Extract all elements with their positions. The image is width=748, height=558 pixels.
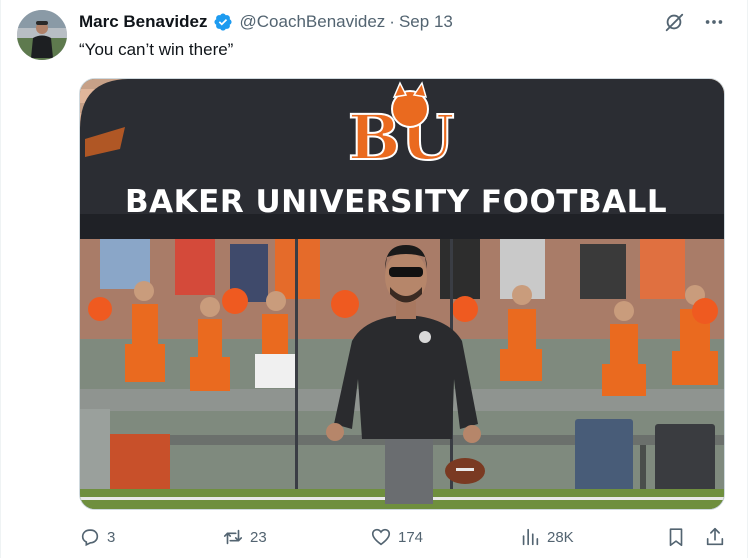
tent-banner-text: BAKER UNIVERSITY FOOTBALL xyxy=(125,184,667,220)
author-handle[interactable]: @CoachBenavidez xyxy=(240,12,386,32)
tweet-photo[interactable]: BU BAKER UNIVERSITY FOOTBALL xyxy=(79,78,725,510)
grok-icon[interactable] xyxy=(663,11,685,33)
tweet-header: Marc Benavidez @CoachBenavidez · Sep 13 xyxy=(79,11,453,33)
share-icon xyxy=(704,526,726,548)
photo-scene: BU BAKER UNIVERSITY FOOTBALL xyxy=(80,79,724,509)
views-icon xyxy=(519,526,541,548)
tweet-card[interactable]: Marc Benavidez @CoachBenavidez · Sep 13 … xyxy=(0,0,748,558)
bookmark-button[interactable] xyxy=(665,524,687,550)
verified-badge-icon xyxy=(213,12,233,32)
views-button[interactable]: 28K xyxy=(519,524,574,550)
avatar-image xyxy=(17,10,67,60)
bookmark-icon xyxy=(665,526,687,548)
share-button[interactable] xyxy=(704,524,726,550)
like-count: 174 xyxy=(398,528,424,546)
repost-count: 23 xyxy=(250,528,267,546)
like-button[interactable]: 174 xyxy=(370,524,423,550)
avatar[interactable] xyxy=(17,10,67,60)
tweet-text: “You can’t win there” xyxy=(79,40,234,59)
repost-button[interactable]: 23 xyxy=(222,524,267,550)
reply-count: 3 xyxy=(107,528,116,546)
views-count: 28K xyxy=(547,528,574,546)
reply-icon xyxy=(79,526,101,548)
repost-icon xyxy=(222,526,244,548)
author-name[interactable]: Marc Benavidez xyxy=(79,12,208,32)
more-icon[interactable] xyxy=(703,11,725,33)
tweet-top-actions xyxy=(663,11,725,33)
tweet-date[interactable]: Sep 13 xyxy=(399,12,453,32)
separator-dot: · xyxy=(389,12,395,31)
reply-button[interactable]: 3 xyxy=(79,524,115,550)
like-icon xyxy=(370,526,392,548)
tweet-actions: 3 23 174 28K xyxy=(79,524,727,550)
